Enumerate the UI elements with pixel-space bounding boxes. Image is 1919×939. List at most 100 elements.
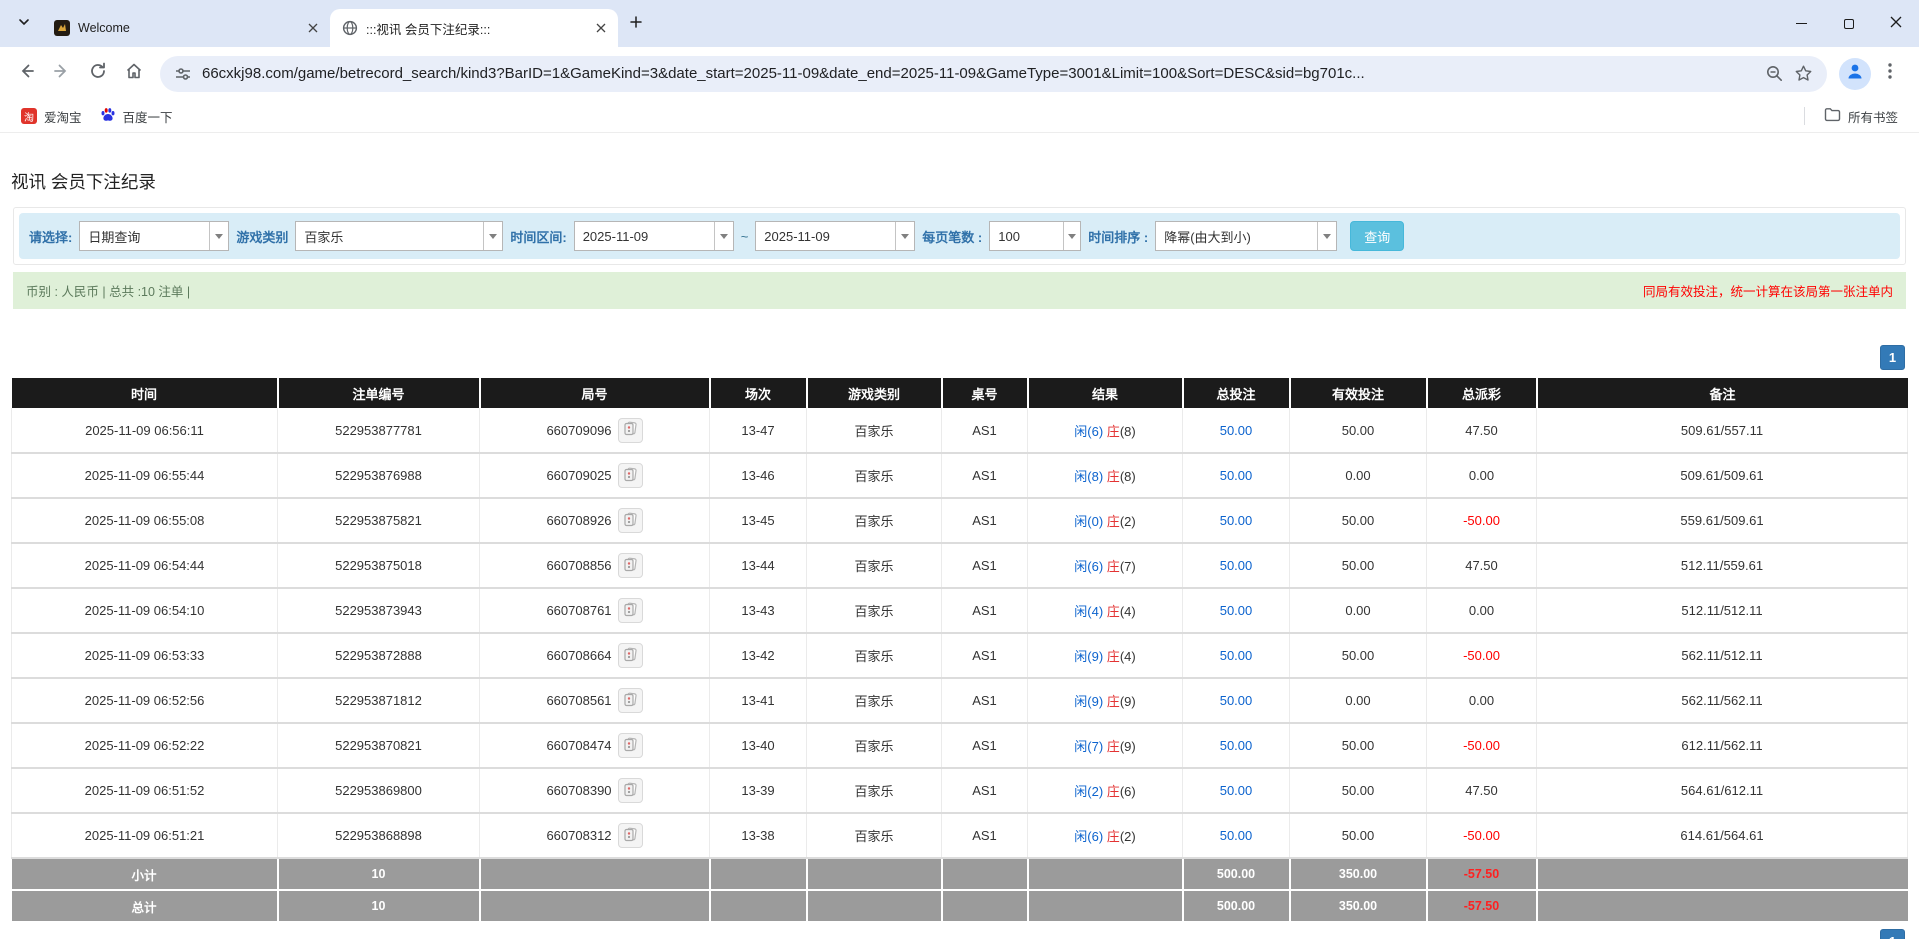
result-player: 闲(6) <box>1074 829 1103 844</box>
bookmark-aitaobao[interactable]: 淘 爱淘宝 <box>12 103 91 130</box>
total-bet-link[interactable]: 50.00 <box>1220 558 1253 573</box>
total-bet-link[interactable]: 50.00 <box>1220 513 1253 528</box>
cell-total-bet: 50.00 <box>1183 768 1290 813</box>
tab-search-button[interactable] <box>10 10 38 38</box>
round-result-button[interactable] <box>618 778 643 803</box>
tab-close-icon[interactable] <box>592 19 610 37</box>
per-page-combobox[interactable] <box>989 221 1081 251</box>
cell-round-id: 660708390 <box>480 768 710 813</box>
cell-bet-id: 522953875018 <box>278 543 480 588</box>
cell-session: 13-38 <box>710 813 807 858</box>
close-button[interactable] <box>1872 0 1919 47</box>
date-start-picker[interactable] <box>574 221 734 251</box>
round-result-button[interactable] <box>618 553 643 578</box>
total-bet-link[interactable]: 50.00 <box>1220 738 1253 753</box>
column-header-8: 有效投注 <box>1290 378 1427 408</box>
result-banker: 庄 <box>1107 469 1120 484</box>
cell-table-no: AS1 <box>942 633 1028 678</box>
cell-valid-bet: 50.00 <box>1290 813 1427 858</box>
round-id-text: 660708856 <box>546 558 611 573</box>
cell-round-id: 660708926 <box>480 498 710 543</box>
cell-result: 闲(6) 庄(2) <box>1028 813 1183 858</box>
round-result-button[interactable] <box>618 598 643 623</box>
all-bookmarks-button[interactable]: 所有书签 <box>1815 103 1907 130</box>
round-result-button[interactable] <box>618 463 643 488</box>
bookmark-baidu[interactable]: 百度一下 <box>91 103 182 130</box>
search-button[interactable]: 查询 <box>1350 221 1404 251</box>
caret-down-icon[interactable] <box>895 222 914 250</box>
round-id-text: 660708664 <box>546 648 611 663</box>
round-result-button[interactable] <box>618 688 643 713</box>
page-title: 视讯 会员下注纪录 <box>11 169 1919 194</box>
round-result-button[interactable] <box>618 508 643 533</box>
cell-session: 13-41 <box>710 678 807 723</box>
home-icon <box>124 61 144 86</box>
tab-bet-records[interactable]: :::视讯 会员下注纪录::: <box>330 9 618 47</box>
total-bet-link[interactable]: 50.00 <box>1220 693 1253 708</box>
zoom-icon[interactable] <box>1765 64 1784 83</box>
browser-toolbar: 66cxkj98.com/game/betrecord_search/kind3… <box>0 47 1919 100</box>
tab-welcome[interactable]: Welcome <box>42 9 330 47</box>
home-button[interactable] <box>116 56 152 92</box>
site-info-icon[interactable] <box>174 65 192 83</box>
result-player: 闲(6) <box>1074 559 1103 574</box>
total-bet-link[interactable]: 50.00 <box>1220 423 1253 438</box>
cell-valid-bet: 50.00 <box>1290 498 1427 543</box>
sort-order-input[interactable] <box>1156 222 1317 250</box>
game-category-input[interactable] <box>296 222 482 250</box>
total-bet-link[interactable]: 50.00 <box>1220 603 1253 618</box>
caret-down-icon[interactable] <box>714 222 733 250</box>
reload-button[interactable] <box>80 56 116 92</box>
round-result-button[interactable] <box>618 643 643 668</box>
total-bet-link[interactable]: 50.00 <box>1220 783 1253 798</box>
forward-button[interactable] <box>44 56 80 92</box>
cell-payout: 47.50 <box>1427 543 1537 588</box>
cell-payout: 47.50 <box>1427 408 1537 453</box>
result-banker: 庄 <box>1107 424 1120 439</box>
footer-payout: -57.50 <box>1427 890 1537 922</box>
game-category-combobox[interactable] <box>295 221 503 251</box>
round-result-button[interactable] <box>618 418 643 443</box>
caret-down-icon[interactable] <box>209 222 228 250</box>
cell-bet-id: 522953873943 <box>278 588 480 633</box>
bookmark-star-icon[interactable] <box>1794 64 1813 83</box>
cell-game-category: 百家乐 <box>807 678 942 723</box>
caret-down-icon[interactable] <box>1063 222 1080 250</box>
result-banker: 庄 <box>1107 604 1120 619</box>
back-button[interactable] <box>8 56 44 92</box>
cards-icon <box>623 602 638 620</box>
page-1-button[interactable]: 1 <box>1880 929 1905 939</box>
caret-down-icon[interactable] <box>1317 222 1337 250</box>
per-page-input[interactable] <box>990 222 1063 250</box>
sort-order-combobox[interactable] <box>1155 221 1337 251</box>
round-id-wrap: 660709096 <box>480 418 709 443</box>
cell-session: 13-43 <box>710 588 807 633</box>
minimize-button[interactable] <box>1778 0 1825 47</box>
date-end-input[interactable] <box>756 222 895 250</box>
total-bet-link[interactable]: 50.00 <box>1220 468 1253 483</box>
date-start-input[interactable] <box>575 222 714 250</box>
page-1-button[interactable]: 1 <box>1880 345 1905 370</box>
query-type-input[interactable] <box>80 222 209 250</box>
cell-time: 2025-11-09 06:51:21 <box>12 813 278 858</box>
cards-icon <box>623 737 638 755</box>
query-type-combobox[interactable] <box>79 221 229 251</box>
cell-valid-bet: 50.00 <box>1290 543 1427 588</box>
cards-icon <box>623 647 638 665</box>
address-bar[interactable]: 66cxkj98.com/game/betrecord_search/kind3… <box>160 56 1827 92</box>
profile-avatar[interactable] <box>1839 58 1871 90</box>
date-end-picker[interactable] <box>755 221 915 251</box>
footer-empty <box>1028 890 1183 922</box>
caret-down-icon[interactable] <box>483 222 503 250</box>
maximize-button[interactable] <box>1825 0 1872 47</box>
round-result-button[interactable] <box>618 733 643 758</box>
round-result-button[interactable] <box>618 823 643 848</box>
cell-result: 闲(2) 庄(6) <box>1028 768 1183 813</box>
cell-game-category: 百家乐 <box>807 588 942 633</box>
cell-round-id: 660708561 <box>480 678 710 723</box>
tab-close-icon[interactable] <box>304 19 322 37</box>
total-bet-link[interactable]: 50.00 <box>1220 828 1253 843</box>
new-tab-button[interactable] <box>622 10 650 38</box>
browser-menu-button[interactable] <box>1875 56 1905 92</box>
total-bet-link[interactable]: 50.00 <box>1220 648 1253 663</box>
